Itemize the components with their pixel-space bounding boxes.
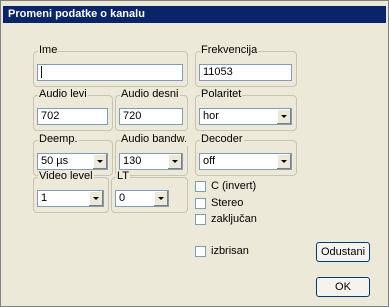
chevron-down-icon[interactable] bbox=[276, 154, 291, 169]
checkbox-box bbox=[195, 245, 206, 257]
audio-desni-group: Audio desni 720 bbox=[115, 88, 188, 131]
zakljucan-checkbox[interactable]: zaključan bbox=[195, 213, 257, 225]
chevron-down-icon[interactable] bbox=[92, 154, 107, 169]
audio-bandw-label: Audio bandw. bbox=[120, 133, 189, 146]
video-level-value: 1 bbox=[41, 192, 48, 204]
ime-input[interactable] bbox=[37, 64, 183, 81]
ok-button[interactable]: OK bbox=[316, 277, 370, 297]
text-caret bbox=[41, 66, 42, 79]
checkbox-box bbox=[195, 197, 206, 209]
audio-bandw-value: 130 bbox=[123, 155, 142, 167]
audio-levi-label: Audio levi bbox=[38, 88, 88, 101]
title-bar: Promeni podatke o kanalu bbox=[3, 6, 386, 23]
lt-value: 0 bbox=[119, 192, 126, 204]
polaritet-value: hor bbox=[203, 110, 219, 122]
audio-levi-group: Audio levi 702 bbox=[33, 88, 113, 131]
chevron-down-icon[interactable] bbox=[88, 191, 103, 206]
chevron-down-icon[interactable] bbox=[276, 109, 291, 124]
chevron-down-icon[interactable] bbox=[153, 191, 168, 206]
frekvencija-group: Frekvencija 11053 bbox=[195, 44, 297, 87]
audio-bandw-select[interactable]: 130 bbox=[119, 153, 183, 170]
cancel-button[interactable]: Odustani bbox=[316, 242, 370, 262]
deemp-label: Deemp. bbox=[38, 133, 79, 146]
audio-levi-input[interactable]: 702 bbox=[37, 108, 108, 125]
polaritet-group: Polaritet hor bbox=[195, 88, 297, 131]
zakljucan-label: zaključan bbox=[211, 213, 257, 225]
c-invert-label: C (invert) bbox=[211, 180, 257, 192]
video-level-group: Video level 1 bbox=[33, 170, 109, 213]
decoder-label: Decoder bbox=[200, 133, 244, 146]
deemp-value: 50 µs bbox=[41, 155, 69, 167]
decoder-group: Decoder off bbox=[195, 133, 297, 176]
lt-group: LT 0 bbox=[111, 170, 188, 213]
frekvencija-label: Frekvencija bbox=[200, 44, 259, 57]
izbrisan-label: izbrisan bbox=[211, 245, 249, 257]
decoder-select[interactable]: off bbox=[199, 153, 292, 170]
stereo-label: Stereo bbox=[211, 197, 244, 209]
lt-label: LT bbox=[116, 170, 131, 183]
izbrisan-checkbox[interactable]: izbrisan bbox=[195, 245, 249, 257]
polaritet-select[interactable]: hor bbox=[199, 108, 292, 125]
ime-label: Ime bbox=[38, 44, 59, 57]
c-invert-checkbox[interactable]: C (invert) bbox=[195, 180, 256, 192]
chevron-down-icon[interactable] bbox=[167, 154, 182, 169]
video-level-label: Video level bbox=[38, 170, 94, 183]
lt-select[interactable]: 0 bbox=[115, 190, 169, 207]
audio-desni-input[interactable]: 720 bbox=[119, 108, 183, 125]
polaritet-label: Polaritet bbox=[200, 88, 243, 101]
stereo-checkbox[interactable]: Stereo bbox=[195, 197, 243, 209]
audio-desni-label: Audio desni bbox=[120, 88, 180, 101]
deemp-select[interactable]: 50 µs bbox=[37, 153, 108, 170]
checkbox-box bbox=[195, 180, 206, 192]
dialog-title: Promeni podatke o kanalu bbox=[8, 8, 145, 20]
frekvencija-input[interactable]: 11053 bbox=[199, 64, 292, 81]
dialog-window: Promeni podatke o kanalu Ime Frekvencija… bbox=[0, 0, 389, 307]
ime-group: Ime bbox=[33, 44, 188, 87]
decoder-value: off bbox=[203, 155, 216, 167]
video-level-select[interactable]: 1 bbox=[37, 190, 104, 207]
checkbox-box bbox=[195, 213, 206, 225]
